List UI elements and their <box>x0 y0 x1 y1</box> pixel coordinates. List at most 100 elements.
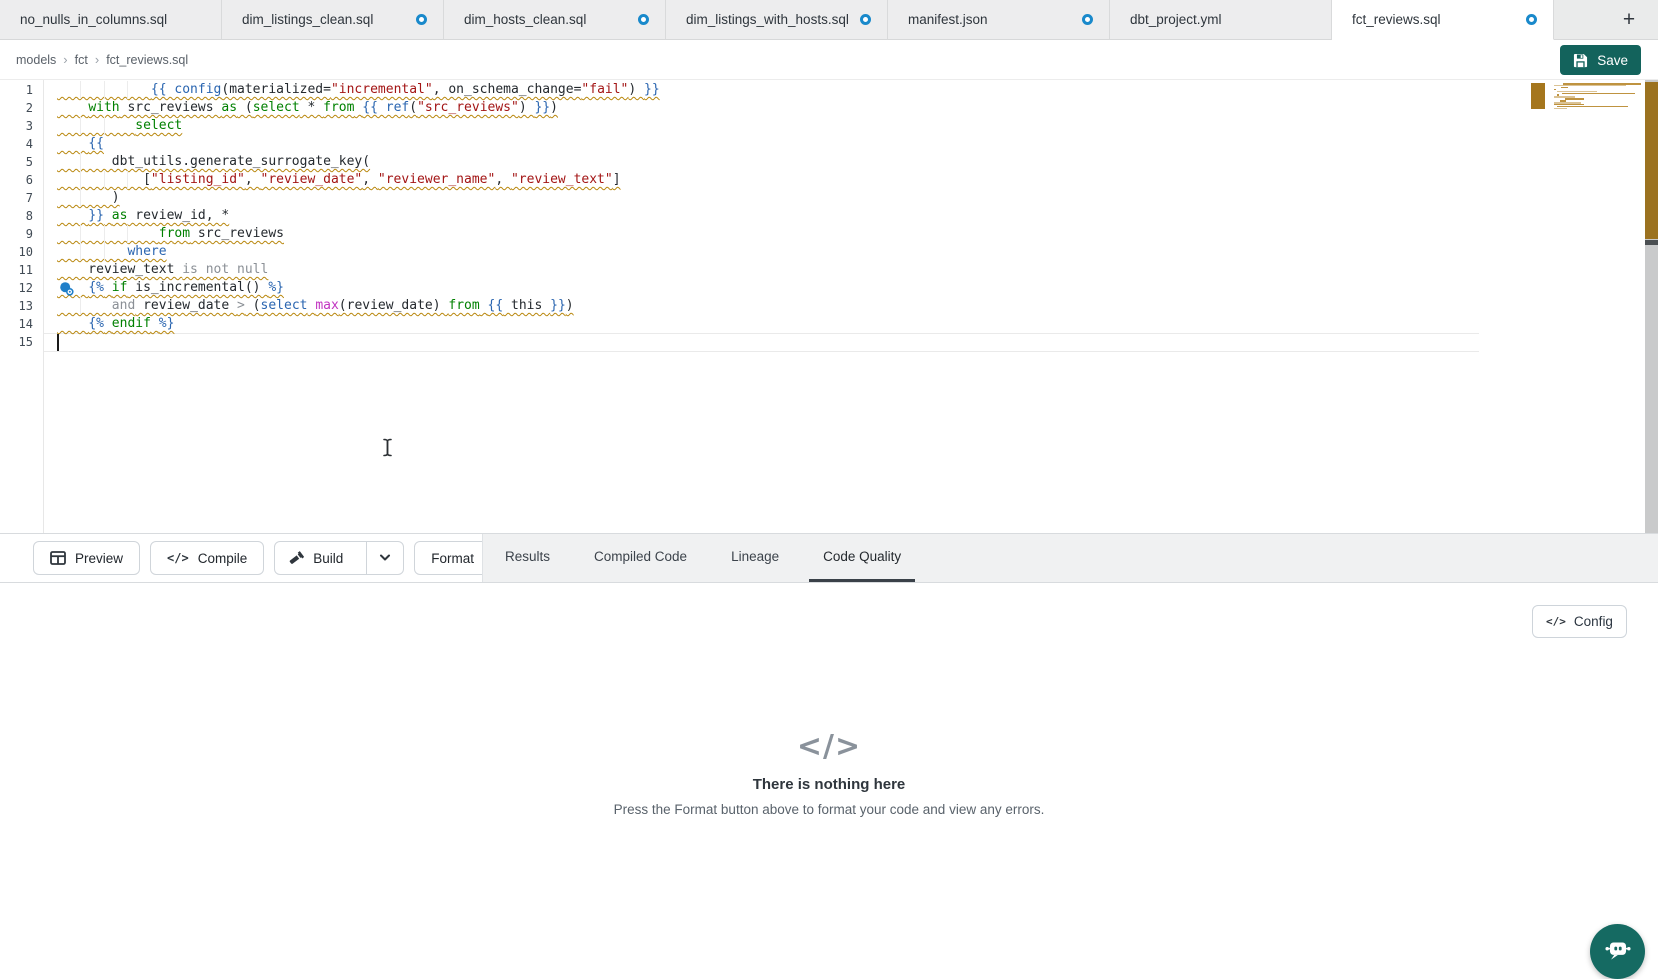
file-tab-label: dim_listings_with_hosts.sql <box>686 12 849 27</box>
file-tab-label: manifest.json <box>908 12 988 27</box>
assistant-chat-button[interactable] <box>1590 924 1645 979</box>
floppy-disk-icon <box>1573 53 1588 68</box>
minimap-line <box>1554 108 1567 110</box>
code-line[interactable] <box>57 333 660 351</box>
code-line[interactable]: {% if is_incremental() %} <box>57 279 660 297</box>
breadcrumb-fct[interactable]: fct <box>75 53 88 67</box>
breadcrumb-models[interactable]: models <box>16 53 56 67</box>
robot-chat-icon <box>1603 935 1633 979</box>
file-tab-label: fct_reviews.sql <box>1352 12 1441 27</box>
unsaved-dot-icon <box>638 14 649 25</box>
save-button[interactable]: Save <box>1560 45 1641 75</box>
file-tab[interactable]: dim_listings_with_hosts.sql <box>666 0 888 40</box>
code-line[interactable]: from src_reviews <box>57 225 660 243</box>
format-button[interactable]: Format <box>414 541 491 575</box>
breadcrumb: models › fct › fct_reviews.sql <box>16 40 188 79</box>
editor-scrollbar[interactable] <box>1645 80 1658 533</box>
breadcrumb-file: fct_reviews.sql <box>106 53 188 67</box>
code-line[interactable]: select <box>57 117 660 135</box>
line-number: 2 <box>3 99 33 117</box>
line-number: 5 <box>3 153 33 171</box>
unsaved-dot-icon <box>860 14 871 25</box>
breadcrumb-separator: › <box>63 52 67 67</box>
code-line[interactable]: {% endif %} <box>57 315 660 333</box>
empty-state: </> There is nothing here Press the Form… <box>0 729 1658 817</box>
unsaved-dot-icon <box>1082 14 1093 25</box>
file-tab-label: dim_listings_clean.sql <box>242 12 373 27</box>
code-line[interactable]: with src_reviews as (select * from {{ re… <box>57 99 660 117</box>
code-line[interactable]: }} as review_id, * <box>57 207 660 225</box>
config-label: Config <box>1574 614 1613 629</box>
indent-guide <box>104 243 105 261</box>
indent-guide <box>80 171 81 189</box>
line-number: 1 <box>3 81 33 99</box>
bottom-toolbar: Preview </> Compile Build Format Results… <box>0 533 1658 583</box>
file-tab-label: dim_hosts_clean.sql <box>464 12 586 27</box>
code-line[interactable]: {{ config(materialized="incremental", on… <box>57 81 660 99</box>
code-line[interactable]: and review_date > (select max(review_dat… <box>57 297 660 315</box>
preview-button[interactable]: Preview <box>33 541 140 575</box>
line-number: 12 <box>3 279 33 297</box>
hammer-icon <box>289 551 304 566</box>
code-line[interactable]: ) <box>57 189 660 207</box>
line-number: 13 <box>3 297 33 315</box>
indent-guide <box>80 225 81 243</box>
code-line[interactable]: {{ <box>57 135 660 153</box>
minimap-line <box>1562 93 1635 95</box>
file-tab[interactable]: dim_hosts_clean.sql <box>444 0 666 40</box>
line-number: 8 <box>3 207 33 225</box>
mouse-ibeam-cursor <box>382 438 393 462</box>
compile-button[interactable]: </> Compile <box>150 541 264 575</box>
line-number: 14 <box>3 315 33 333</box>
new-tab-button[interactable]: + <box>1616 7 1642 33</box>
minimap-line <box>1561 87 1568 89</box>
code-line[interactable]: review_text is not null <box>57 261 660 279</box>
code-brackets-icon: </> <box>167 551 189 565</box>
file-tab[interactable]: fct_reviews.sql <box>1332 0 1554 40</box>
line-number: 7 <box>3 189 33 207</box>
indent-guide <box>127 225 128 243</box>
empty-state-subtitle: Press the Format button above to format … <box>0 802 1658 817</box>
indent-guide <box>127 81 128 99</box>
file-tabs: no_nulls_in_columns.sql dim_listings_clea… <box>0 0 1554 40</box>
file-tab[interactable]: dim_listings_clean.sql <box>222 0 444 40</box>
panel-tab-results[interactable]: Results <box>491 534 564 582</box>
code-lines[interactable]: {{ config(materialized="incremental", on… <box>57 81 660 351</box>
quick-fix-droplet-icon[interactable] <box>59 281 75 297</box>
code-editor[interactable]: 123456789101112131415 {{ config(material… <box>0 80 1658 533</box>
code-line[interactable]: where <box>57 243 660 261</box>
build-button[interactable]: Build <box>275 542 357 574</box>
code-line[interactable]: ["listing_id", "review_date", "reviewer_… <box>57 171 660 189</box>
build-options-dropdown[interactable] <box>366 542 403 574</box>
file-tab-label: no_nulls_in_columns.sql <box>20 12 167 27</box>
indent-guide <box>80 189 81 207</box>
code-line[interactable]: dbt_utils.generate_surrogate_key( <box>57 153 660 171</box>
code-brackets-large-icon: </> <box>0 729 1658 764</box>
minimap-line <box>1554 89 1556 91</box>
scrollbar-thumb[interactable] <box>1645 240 1658 245</box>
code-brackets-icon: </> <box>1546 615 1566 628</box>
chevron-down-icon <box>379 554 391 562</box>
breadcrumb-separator: › <box>95 52 99 67</box>
indent-guide <box>127 171 128 189</box>
config-button[interactable]: </> Config <box>1532 605 1627 638</box>
build-label: Build <box>313 551 343 566</box>
indent-guide <box>80 153 81 171</box>
panel-tab-lineage[interactable]: Lineage <box>717 534 793 582</box>
preview-label: Preview <box>75 551 123 566</box>
panel-tab-strip: Results Compiled Code Lineage Code Quality <box>482 534 1658 582</box>
table-grid-icon <box>50 551 66 565</box>
file-tab-label: dbt_project.yml <box>1130 12 1222 27</box>
indent-guide <box>80 81 81 99</box>
file-tab[interactable]: no_nulls_in_columns.sql <box>0 0 222 40</box>
panel-tab-code-quality[interactable]: Code Quality <box>809 534 915 582</box>
line-number: 3 <box>3 117 33 135</box>
indent-guide <box>104 171 105 189</box>
minimap[interactable] <box>1528 82 1646 192</box>
file-tab[interactable]: dbt_project.yml <box>1110 0 1332 40</box>
panel-tab-compiled-code[interactable]: Compiled Code <box>580 534 701 582</box>
indent-guide <box>104 117 105 135</box>
file-tab[interactable]: manifest.json <box>888 0 1110 40</box>
line-number: 15 <box>3 333 33 351</box>
action-buttons: Preview </> Compile Build Format <box>33 541 491 575</box>
